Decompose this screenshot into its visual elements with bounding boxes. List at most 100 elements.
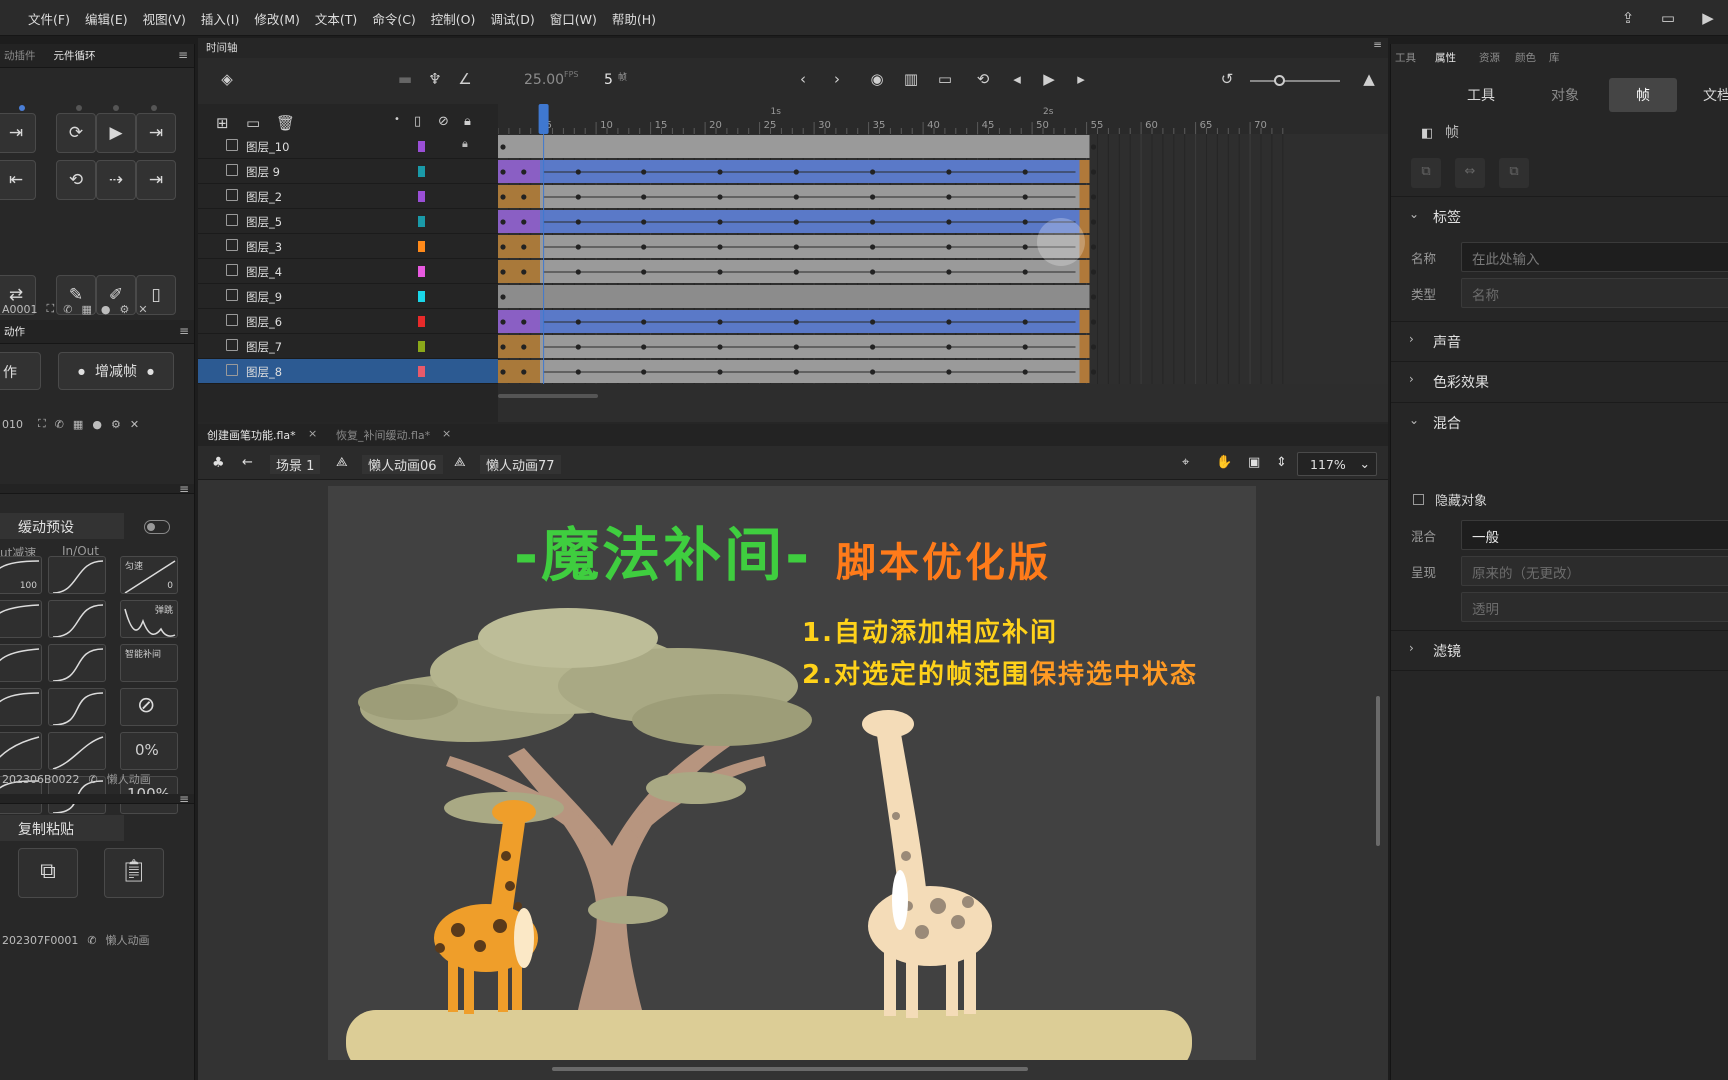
frame-name-input[interactable]: 在此处输入 — [1461, 242, 1728, 272]
add-remove-frame-button[interactable]: ● 增减帧 ● — [58, 352, 174, 390]
render-select[interactable]: 原来的（无更改） — [1461, 556, 1728, 586]
layer-row[interactable]: 图层_4 — [198, 259, 498, 284]
right-tab[interactable]: 库 — [1549, 50, 1560, 65]
segment-tab[interactable]: 文档 — [1687, 78, 1728, 112]
breadcrumb-symbol-1[interactable]: 懒人动画06 — [362, 455, 443, 474]
prev-keyframe-icon[interactable]: ‹ — [792, 70, 814, 88]
ease-preset-button[interactable] — [48, 732, 106, 770]
single-frame-button[interactable]: ⇥ — [136, 113, 176, 153]
layer-row[interactable]: 图层_9 — [198, 284, 498, 309]
right-tab[interactable]: 颜色 — [1515, 50, 1536, 65]
undo-icon[interactable]: ↺ — [1216, 70, 1238, 88]
tab-symbol-loop[interactable]: 元件循环 — [54, 48, 96, 63]
action-button[interactable]: 作 — [0, 352, 41, 390]
folder-icon[interactable]: ▭ — [246, 114, 260, 132]
page-dot[interactable] — [151, 105, 157, 111]
tab-plugin[interactable]: 动插件 — [4, 48, 36, 63]
section-color-effect[interactable]: › 色彩效果 — [1391, 361, 1728, 401]
layer-color-swatch[interactable] — [418, 316, 425, 327]
user-icon[interactable]: ● — [101, 303, 111, 316]
vertical-scrollbar[interactable] — [1376, 696, 1380, 846]
gear-icon[interactable]: ⚙ — [119, 303, 129, 316]
page-dot-active[interactable] — [19, 105, 25, 111]
section-blend[interactable]: ⌄ 混合 — [1391, 402, 1728, 442]
tab-action[interactable]: 动作 — [4, 324, 25, 339]
next-keyframe-icon[interactable]: › — [826, 70, 848, 88]
step-back-icon[interactable]: ◂ — [1006, 70, 1028, 88]
section-sound[interactable]: › 声音 — [1391, 321, 1728, 361]
outline-icon[interactable]: ▯ — [414, 114, 421, 129]
calendar-icon[interactable]: ▦ — [81, 303, 91, 316]
edit-multiple-icon[interactable]: ▥ — [900, 70, 922, 88]
test-movie-icon[interactable]: ▶ — [1688, 9, 1728, 27]
panel-menu-icon[interactable]: ≡ — [179, 482, 189, 496]
layer-row[interactable]: 图层_7 — [198, 334, 498, 359]
mountain-icon[interactable]: ▲ — [1358, 70, 1380, 88]
menu-item[interactable]: 控制(O) — [431, 9, 476, 28]
bilibili-icon[interactable]: ⛶ — [47, 302, 55, 316]
ease-preset-button[interactable]: 弹跳 — [120, 600, 178, 638]
frame-action-1[interactable]: ⧉ — [1411, 158, 1441, 188]
wechat-icon[interactable]: ✆ — [87, 934, 96, 947]
onion-skin-icon[interactable]: ◉ — [866, 70, 888, 88]
play-icon[interactable]: ▶ — [1038, 70, 1060, 88]
loop-1-button[interactable]: ⟲ — [56, 160, 96, 200]
ease-preset-button[interactable]: 0% — [120, 732, 178, 770]
panel-menu-icon[interactable]: ≡ — [178, 48, 188, 62]
layer-row[interactable]: 图层_3 — [198, 234, 498, 259]
menu-item[interactable]: 调试(D) — [490, 9, 534, 28]
new-layer-icon[interactable]: ⊞ — [216, 114, 229, 132]
frame-grid[interactable]: 5 10 15 20 25 30 35 40 45 50 55 60 65 70 1s 2s — [498, 104, 1388, 422]
share-icon[interactable]: ⇪ — [1608, 9, 1648, 27]
ease-preset-button[interactable] — [0, 688, 42, 726]
layer-color-swatch[interactable] — [418, 191, 425, 202]
breadcrumb-symbol-2[interactable]: 懒人动画77 — [480, 455, 561, 474]
close-icon[interactable]: × — [442, 427, 451, 440]
slider-knob[interactable] — [1274, 75, 1285, 86]
paste-button[interactable]: 📋︎ — [104, 848, 164, 898]
layer-color-swatch[interactable] — [418, 216, 425, 227]
layer-row[interactable]: 图层_8 — [198, 359, 498, 384]
menu-item[interactable]: 帮助(H) — [612, 9, 656, 28]
step-forward-icon[interactable]: ▸ — [1070, 70, 1092, 88]
calendar-icon[interactable]: ▦ — [73, 418, 83, 431]
layer-row[interactable]: 图层_10 🔒︎ — [198, 134, 498, 159]
menu-item[interactable]: 窗口(W) — [550, 9, 597, 28]
section-label[interactable]: ⌄ 标签 — [1391, 196, 1728, 236]
frame-type-select[interactable]: 名称 — [1461, 278, 1728, 308]
gear-icon[interactable]: ⚙ — [111, 418, 121, 431]
segment-tab[interactable]: 工具 — [1441, 78, 1521, 112]
ease-preset-button[interactable] — [48, 688, 106, 726]
wechat-icon[interactable]: ✆ — [89, 773, 98, 786]
workspace-icon[interactable]: ▭ — [1648, 9, 1688, 27]
menu-item[interactable]: 文本(T) — [315, 9, 357, 28]
clip-icon[interactable]: ▣ — [1248, 455, 1260, 470]
wechat-icon[interactable]: ✆ — [55, 418, 64, 431]
hide-icon[interactable]: ⊘ — [438, 114, 449, 129]
blend-select[interactable]: 一般 — [1461, 520, 1728, 550]
alpha-select[interactable]: 透明 — [1461, 592, 1728, 622]
section-filter[interactable]: › 滤镜 — [1391, 630, 1728, 670]
right-tab[interactable]: 工具 — [1395, 50, 1416, 65]
parent-icon[interactable]: ♆ — [424, 70, 446, 88]
menu-item[interactable]: 文件(F) — [28, 9, 70, 28]
tools-icon[interactable]: ✕ — [138, 303, 147, 316]
layer-color-swatch[interactable] — [418, 166, 425, 177]
rotate-stage-icon[interactable]: ✋ — [1216, 455, 1232, 470]
loop-icon-button[interactable]: ⇥ — [0, 113, 36, 153]
camera-icon[interactable]: ▬ — [394, 70, 416, 88]
layer-color-swatch[interactable] — [418, 266, 425, 277]
frame-action-2[interactable]: ⇔ — [1455, 158, 1485, 188]
panel-menu-icon[interactable]: ≡ — [1373, 39, 1382, 51]
play-1-button[interactable]: ⇢ — [96, 160, 136, 200]
right-tab[interactable]: 属性 — [1435, 50, 1456, 65]
layer-row[interactable]: 图层 9 — [198, 159, 498, 184]
layer-color-swatch[interactable] — [418, 291, 425, 302]
play-once-button[interactable]: ▶ — [96, 113, 136, 153]
right-tab[interactable]: 资源 — [1479, 50, 1500, 65]
layer-row[interactable]: 图层_2 — [198, 184, 498, 209]
ease-preset-button[interactable] — [0, 644, 42, 682]
loop-icon[interactable]: ⟲ — [972, 70, 994, 88]
lock-icon[interactable]: 🔒︎ — [462, 137, 468, 151]
ease-preset-button[interactable] — [0, 600, 42, 638]
